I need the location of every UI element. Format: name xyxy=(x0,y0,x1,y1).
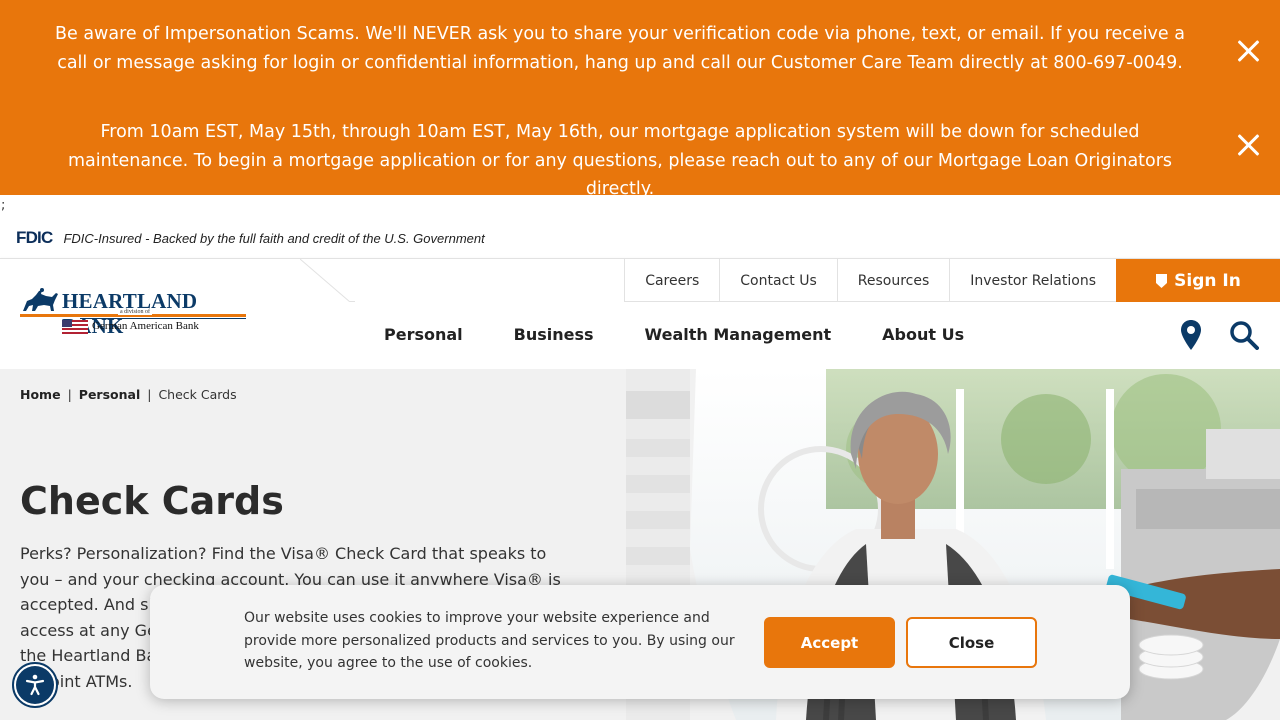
scam-alert: Be aware of Impersonation Scams. We'll N… xyxy=(0,20,1280,77)
accessibility-button[interactable] xyxy=(12,662,58,708)
sign-in-label: Sign In xyxy=(1174,270,1241,291)
heartland-bank-logo[interactable]: HEARTLAND BANK a division of German Amer… xyxy=(20,287,250,343)
alert-banner: Be aware of Impersonation Scams. We'll N… xyxy=(0,0,1280,199)
main-nav: Personal Business Wealth Management Abou… xyxy=(384,325,964,344)
maintenance-alert-text: From 10am EST, May 15th, through 10am ES… xyxy=(67,122,1173,199)
page-title: Check Cards xyxy=(20,479,284,523)
site-header: HEARTLAND BANK a division of German Amer… xyxy=(0,258,1280,369)
header-divider xyxy=(300,259,355,302)
accessibility-icon xyxy=(16,666,54,704)
cookie-text: Our website uses cookies to improve your… xyxy=(244,610,735,671)
close-button[interactable]: Close xyxy=(906,617,1037,668)
utility-nav: Careers Contact Us Resources Investor Re… xyxy=(624,259,1116,302)
logo-division: a division of xyxy=(118,309,152,315)
fdic-bar: FDIC FDIC-Insured - Backed by the full f… xyxy=(16,228,485,248)
scam-alert-text: Be aware of Impersonation Scams. We'll N… xyxy=(55,24,1185,73)
search-icon[interactable] xyxy=(1229,320,1259,350)
fdic-logo: FDIC xyxy=(16,228,53,247)
maintenance-alert: From 10am EST, May 15th, through 10am ES… xyxy=(0,118,1280,204)
breadcrumb-home[interactable]: Home xyxy=(20,387,61,402)
nav-resources[interactable]: Resources xyxy=(836,259,950,302)
nav-about-us[interactable]: About Us xyxy=(882,325,964,344)
logo-parent: German American Bank xyxy=(92,320,199,332)
nav-wealth-management[interactable]: Wealth Management xyxy=(645,325,832,344)
nav-personal[interactable]: Personal xyxy=(384,325,463,344)
horse-rider-icon xyxy=(23,288,58,311)
sign-in-button[interactable]: Sign In xyxy=(1116,259,1280,302)
breadcrumb-separator: | xyxy=(147,387,152,402)
close-icon[interactable] xyxy=(1234,37,1262,65)
accept-button[interactable]: Accept xyxy=(764,617,895,668)
nav-contact-us[interactable]: Contact Us xyxy=(719,259,836,302)
cookie-banner: Our website uses cookies to improve your… xyxy=(150,585,1130,699)
stray-text: ; xyxy=(1,198,6,213)
close-icon[interactable] xyxy=(1234,131,1262,159)
lock-icon xyxy=(1156,273,1168,288)
breadcrumb-current: Check Cards xyxy=(158,387,237,402)
breadcrumb: Home | Personal | Check Cards xyxy=(20,387,237,402)
flag-icon xyxy=(62,320,88,334)
nav-business[interactable]: Business xyxy=(514,325,594,344)
breadcrumb-personal[interactable]: Personal xyxy=(79,387,140,402)
location-pin-icon[interactable] xyxy=(1180,319,1202,351)
nav-careers[interactable]: Careers xyxy=(624,259,719,302)
breadcrumb-separator: | xyxy=(67,387,72,402)
nav-investor-relations[interactable]: Investor Relations xyxy=(949,259,1116,302)
logo-rule xyxy=(80,318,246,319)
fdic-text: FDIC-Insured - Backed by the full faith … xyxy=(63,230,485,246)
